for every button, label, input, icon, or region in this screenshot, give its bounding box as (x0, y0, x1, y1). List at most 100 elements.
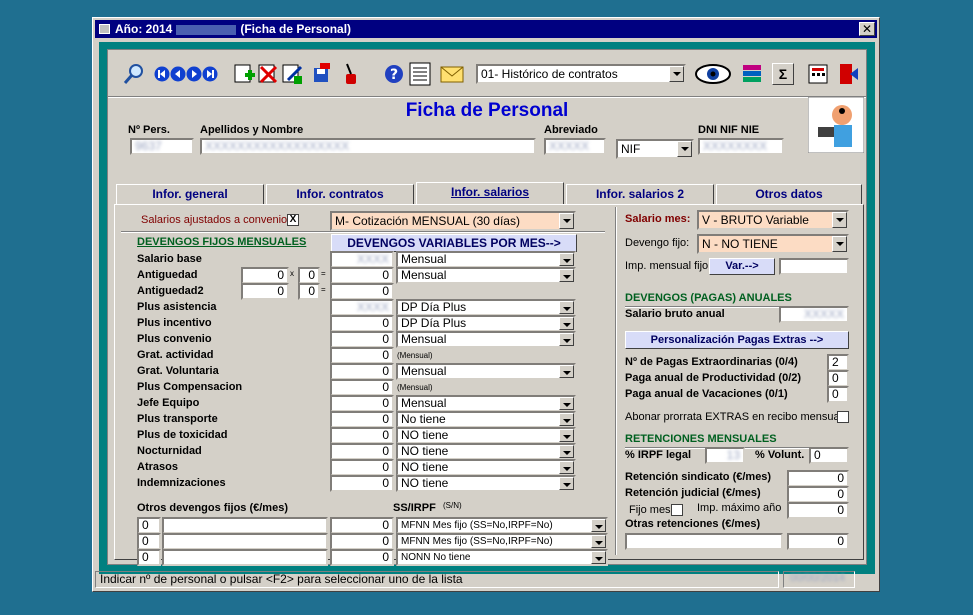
chevron-down-icon[interactable] (559, 429, 574, 442)
devengo-period-select[interactable]: Mensual (396, 331, 576, 348)
name-field[interactable]: XXXXXXXXXXXXXXXXXX (200, 138, 536, 155)
otras-ret-desc-field[interactable] (625, 533, 783, 550)
otros-code-field[interactable]: 0 (137, 517, 161, 534)
doc-type-select[interactable]: NIF (616, 139, 694, 159)
devengo-period-select[interactable]: Mensual (396, 395, 576, 412)
prev-record-icon[interactable] (170, 66, 186, 82)
mail-icon[interactable] (440, 62, 464, 86)
save-record-icon[interactable] (310, 62, 334, 86)
devengo-period-select[interactable]: NO tiene (396, 459, 576, 476)
tab-infor-contratos[interactable]: Infor. contratos (266, 184, 414, 204)
devengo-period-select[interactable]: Mensual (396, 251, 576, 268)
help-icon[interactable]: ? (384, 64, 404, 84)
imp-mensual-field[interactable] (779, 258, 849, 275)
chevron-down-icon[interactable] (559, 413, 574, 426)
devengo-fijo-select[interactable]: N - NO TIENE (697, 234, 849, 254)
otros-code-field[interactable]: 0 (137, 549, 161, 566)
devengo-value-field[interactable]: 0 (330, 363, 394, 380)
devengo-value-field[interactable]: 0 (330, 427, 394, 444)
view-select[interactable]: 01- Histórico de contratos (476, 64, 686, 84)
antiguedad-factor-field[interactable]: 0 (298, 283, 320, 300)
new-record-icon[interactable] (232, 62, 256, 86)
cotizacion-select[interactable]: M- Cotización MENSUAL (30 días) (330, 211, 576, 231)
pagas-extras-button[interactable]: Personalización Pagas Extras --> (625, 331, 849, 349)
volunt-field[interactable]: 0 (809, 447, 849, 464)
chevron-down-icon[interactable] (559, 365, 574, 378)
devengos-variables-button[interactable]: DEVENGOS VARIABLES POR MES--> (331, 234, 577, 252)
otros-desc-field[interactable] (162, 517, 328, 534)
chevron-down-icon[interactable] (559, 333, 574, 346)
chevron-down-icon[interactable] (669, 66, 684, 82)
devengo-period-select[interactable]: No tiene (396, 411, 576, 428)
devengo-value-field[interactable]: 0 (330, 267, 394, 284)
num-field[interactable]: 9637 (130, 138, 194, 155)
tool-icon[interactable] (340, 62, 364, 86)
chevron-down-icon[interactable] (591, 519, 606, 532)
chevron-down-icon[interactable] (591, 535, 606, 548)
books-icon[interactable] (740, 62, 764, 86)
antiguedad-factor-field[interactable]: 0 (241, 283, 289, 300)
otros-value-field[interactable]: 0 (330, 549, 394, 566)
chevron-down-icon[interactable] (559, 445, 574, 458)
delete-record-icon[interactable] (256, 62, 280, 86)
otros-value-field[interactable]: 0 (330, 533, 394, 550)
var-button[interactable]: Var.--> (709, 258, 775, 275)
otros-code-field[interactable]: 0 (137, 533, 161, 550)
devengo-period-select[interactable]: DP Día Plus (396, 315, 576, 332)
dni-field[interactable]: XXXXXXXX (698, 138, 784, 155)
otros-desc-field[interactable] (162, 549, 328, 566)
tab-otros-datos[interactable]: Otros datos (716, 184, 862, 204)
chevron-down-icon[interactable] (559, 213, 574, 229)
devengo-value-field[interactable]: 0 (330, 347, 394, 364)
bruto-anual-field[interactable]: XXXXX (779, 306, 849, 323)
devengo-period-select[interactable]: Mensual (396, 363, 576, 380)
otros-type-select[interactable]: MFNN Mes fijo (SS=No,IRPF=No) (396, 517, 608, 534)
sindicato-field[interactable]: 0 (787, 470, 849, 487)
view-eye-icon[interactable] (694, 61, 732, 87)
devengo-period-select[interactable]: NO tiene (396, 443, 576, 460)
tab-infor-salarios[interactable]: Infor. salarios (416, 182, 564, 204)
productividad-field[interactable]: 0 (827, 370, 849, 387)
devengo-value-field[interactable]: 0 (330, 395, 394, 412)
fijo-mes-checkbox[interactable] (671, 504, 683, 516)
chevron-down-icon[interactable] (832, 236, 847, 252)
exit-door-icon[interactable] (836, 62, 860, 86)
prorrata-checkbox[interactable] (837, 411, 849, 423)
edit-record-icon[interactable] (280, 62, 304, 86)
vacaciones-field[interactable]: 0 (827, 386, 849, 403)
chevron-down-icon[interactable] (591, 551, 606, 564)
salario-mes-select[interactable]: V - BRUTO Variable (697, 210, 849, 230)
convenio-checkbox[interactable]: X (287, 214, 299, 226)
devengo-value-field[interactable]: 0 (330, 475, 394, 492)
chevron-down-icon[interactable] (559, 269, 574, 282)
last-record-icon[interactable] (202, 66, 218, 82)
tab-infor-general[interactable]: Infor. general (116, 184, 264, 204)
otros-type-select[interactable]: MFNN Mes fijo (SS=No,IRPF=No) (396, 533, 608, 550)
chevron-down-icon[interactable] (559, 317, 574, 330)
devengo-value-field[interactable]: 0 (330, 443, 394, 460)
devengo-period-select[interactable]: NO tiene (396, 427, 576, 444)
calculator-icon[interactable] (806, 62, 830, 86)
search-icon[interactable] (122, 62, 146, 86)
chevron-down-icon[interactable] (832, 212, 847, 228)
chevron-down-icon[interactable] (559, 477, 574, 490)
pagas-extra-field[interactable]: 2 (827, 354, 849, 371)
antiguedad-factor-field[interactable]: 0 (241, 267, 289, 284)
devengo-period-select[interactable]: NO tiene (396, 475, 576, 492)
chevron-down-icon[interactable] (559, 397, 574, 410)
next-record-icon[interactable] (186, 66, 202, 82)
irpf-field[interactable]: 13 (705, 447, 745, 464)
devengo-value-field[interactable]: 0 (330, 331, 394, 348)
abbr-field[interactable]: XXXXX (544, 138, 606, 155)
devengo-value-field[interactable]: XXXX (330, 251, 394, 268)
devengo-value-field[interactable]: 0 (330, 459, 394, 476)
otros-type-select[interactable]: NONN No tiene (396, 549, 608, 566)
devengo-period-select[interactable]: Mensual (396, 267, 576, 284)
chevron-down-icon[interactable] (559, 461, 574, 474)
chevron-down-icon[interactable] (677, 141, 692, 157)
devengo-value-field[interactable]: 0 (330, 379, 394, 396)
devengo-value-field[interactable]: 0 (330, 315, 394, 332)
sum-icon[interactable]: Σ (772, 63, 794, 85)
otras-ret-field[interactable]: 0 (787, 533, 849, 550)
devengo-value-field[interactable]: 0 (330, 411, 394, 428)
